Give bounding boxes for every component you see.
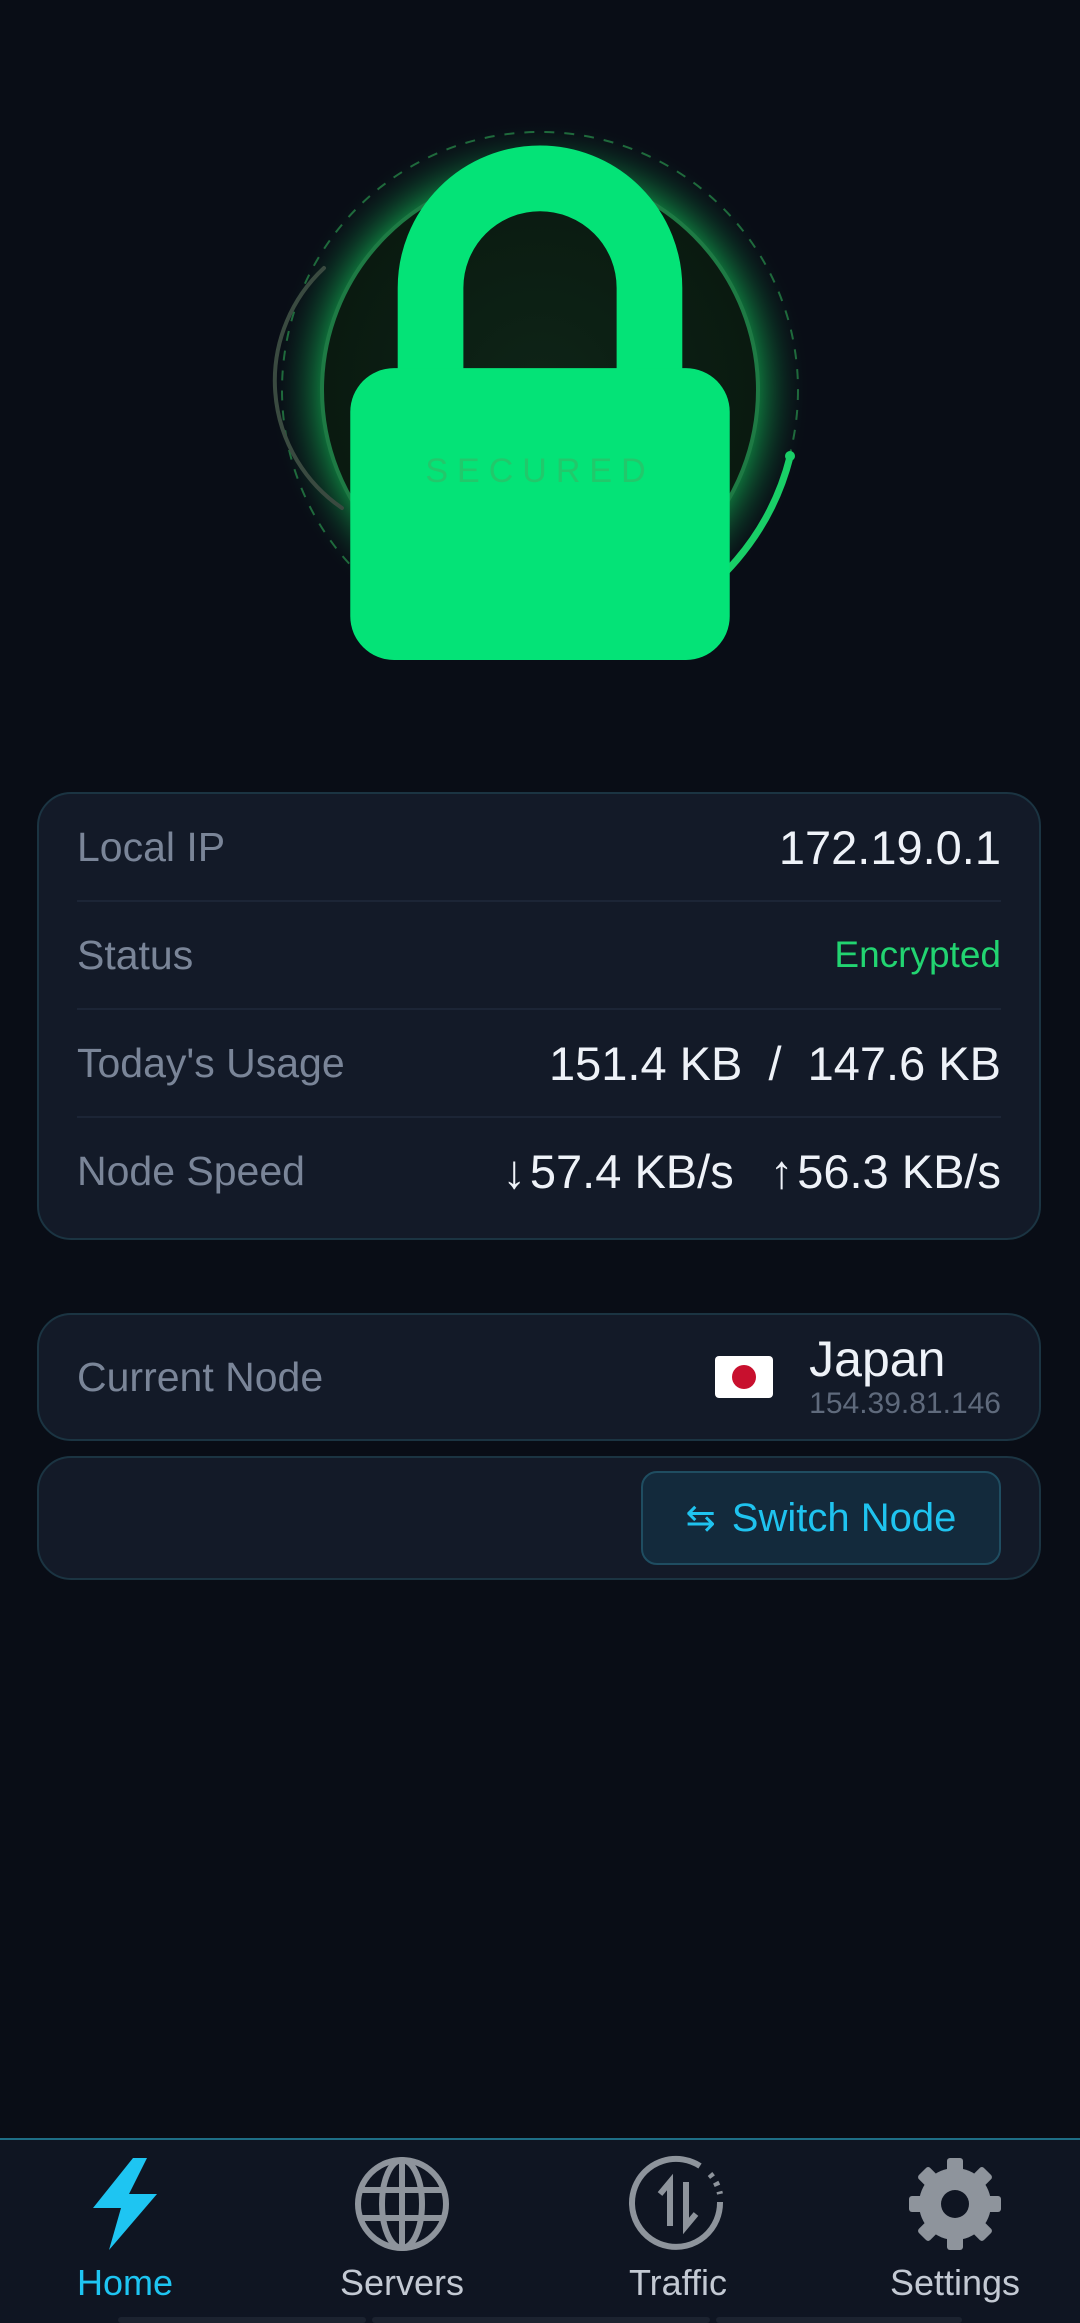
nav-indicator-segment bbox=[372, 2317, 710, 2323]
nav-home-label: Home bbox=[76, 2262, 174, 2303]
upload-speed-value: 56.3 KB/s bbox=[797, 1144, 1001, 1198]
local-ip-row: Local IP 172.19.0.1 bbox=[77, 794, 1001, 902]
nav-settings[interactable]: Settings bbox=[845, 2154, 1065, 2304]
node-country: Japan bbox=[809, 1331, 946, 1387]
nav-traffic[interactable]: Traffic bbox=[568, 2154, 788, 2304]
switch-node-label: Switch Node bbox=[731, 1495, 957, 1540]
status-value: Encrypted bbox=[834, 934, 1001, 975]
nav-settings-label: Settings bbox=[889, 2262, 1021, 2303]
globe-icon bbox=[355, 2157, 449, 2251]
swap-arrows-icon: ⇆ bbox=[685, 1497, 716, 1538]
node-speed-row: Node Speed ↓57.4 KB/s ↑56.3 KB/s bbox=[77, 1118, 1001, 1224]
lock-icon bbox=[350, 145, 730, 660]
nav-servers[interactable]: Servers bbox=[292, 2154, 512, 2304]
nav-home[interactable]: Home bbox=[15, 2154, 235, 2304]
switch-node-card: ⇆ Switch Node bbox=[37, 1456, 1041, 1580]
nav-indicator-segment bbox=[118, 2317, 366, 2323]
upload-speed: ↑56.3 KB/s bbox=[770, 1144, 1001, 1199]
current-node-info: Japan 154.39.81.146 bbox=[715, 1332, 1001, 1422]
japan-flag-icon bbox=[715, 1356, 774, 1398]
nav-indicator-segment bbox=[716, 2317, 962, 2323]
switch-node-button[interactable]: ⇆ Switch Node bbox=[641, 1471, 1001, 1565]
status-row: Status Encrypted bbox=[77, 902, 1001, 1010]
connection-status-dial[interactable]: SECURED bbox=[270, 120, 810, 660]
node-speed-label: Node Speed bbox=[77, 1147, 305, 1194]
connection-info-card: Local IP 172.19.0.1 Status Encrypted Tod… bbox=[37, 792, 1041, 1240]
arrow-up-icon: ↑ bbox=[769, 1144, 794, 1198]
node-details: Japan 154.39.81.146 bbox=[809, 1332, 1001, 1422]
node-ip: 154.39.81.146 bbox=[809, 1387, 1001, 1420]
status-label: Status bbox=[77, 931, 194, 978]
download-speed: ↓57.4 KB/s bbox=[502, 1144, 733, 1199]
node-speed-values: ↓57.4 KB/s ↑56.3 KB/s bbox=[502, 1144, 1001, 1199]
local-ip-label: Local IP bbox=[77, 823, 226, 870]
connection-status-label: SECURED bbox=[425, 452, 655, 490]
usage-row: Today's Usage 151.4 KB / 147.6 KB bbox=[77, 1010, 1001, 1118]
nav-servers-label: Servers bbox=[339, 2262, 465, 2303]
gear-icon bbox=[909, 2158, 1001, 2250]
current-node-label: Current Node bbox=[77, 1353, 324, 1400]
usage-label: Today's Usage bbox=[77, 1039, 345, 1086]
lightning-icon bbox=[93, 2158, 157, 2250]
arrow-down-icon: ↓ bbox=[502, 1144, 526, 1198]
current-node-card[interactable]: Current Node Japan 154.39.81.146 bbox=[37, 1313, 1041, 1441]
bottom-navigation: Home Servers Traffic Settings bbox=[0, 2138, 1080, 2323]
download-speed-value: 57.4 KB/s bbox=[529, 1144, 734, 1198]
usage-value: 151.4 KB / 147.6 KB bbox=[548, 1036, 1001, 1090]
local-ip-value: 172.19.0.1 bbox=[778, 820, 1001, 874]
nav-traffic-label: Traffic bbox=[628, 2262, 727, 2303]
traffic-icon bbox=[629, 2155, 724, 2250]
